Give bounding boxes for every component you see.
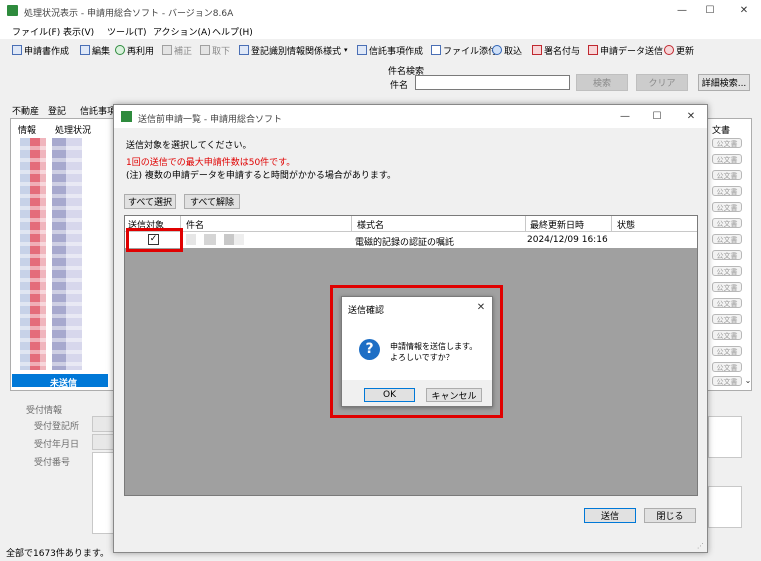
deselect-all-button[interactable]: すべて解除 bbox=[184, 194, 240, 209]
document-new-icon bbox=[12, 45, 22, 55]
receipt-section-label: 受付情報 bbox=[26, 406, 63, 416]
row-subject-blurred bbox=[186, 234, 244, 245]
col-header-subject[interactable]: 件名 bbox=[186, 218, 204, 231]
search-input[interactable] bbox=[415, 75, 570, 90]
minimize-icon[interactable]: — bbox=[676, 5, 688, 17]
menu-tools[interactable]: ツール(T) bbox=[107, 25, 147, 38]
send-window-close-icon[interactable]: ✕ bbox=[685, 111, 697, 123]
right-scroll-panel bbox=[708, 486, 742, 528]
clear-button[interactable]: クリア bbox=[636, 74, 688, 91]
toolbar-registry-forms-button[interactable]: 登記識別情報関係様式 ▾ bbox=[239, 43, 348, 57]
row-document-button[interactable]: 公文書 bbox=[712, 314, 742, 324]
sign-icon bbox=[532, 45, 542, 55]
toolbar-withdraw-button[interactable]: 取下 bbox=[200, 43, 230, 57]
row-document-button[interactable]: 公文書 bbox=[712, 218, 742, 228]
import-icon bbox=[492, 45, 502, 55]
send-window-title: 送信前申請一覧 - 申請用総合ソフト bbox=[138, 115, 282, 125]
reuse-icon bbox=[115, 45, 125, 55]
send-button[interactable]: 送信 bbox=[584, 508, 636, 523]
toolbar-attach-button[interactable]: ファイル添付 bbox=[431, 43, 497, 57]
toolbar-sign-button[interactable]: 署名付与 bbox=[532, 43, 580, 57]
receipt-office-label: 受付登記所 bbox=[34, 422, 80, 432]
send-window-title-bar: 送信前申請一覧 - 申請用総合ソフト — ☐ ✕ bbox=[114, 105, 707, 128]
menu-bar: ファイル(F) 表示(V) ツール(T) アクション(A) ヘルプ(H) bbox=[0, 22, 761, 39]
close-button[interactable]: 閉じる bbox=[644, 508, 696, 523]
edit-icon bbox=[80, 45, 90, 55]
refresh-icon bbox=[664, 45, 674, 55]
row-document-button[interactable]: 公文書 bbox=[712, 154, 742, 164]
blurred-list-rows-overlay bbox=[20, 138, 102, 370]
row-document-button[interactable]: 公文書 bbox=[712, 282, 742, 292]
search-field-label: 件名 bbox=[390, 81, 409, 91]
menu-file[interactable]: ファイル(F) bbox=[12, 25, 60, 38]
main-title-bar: 処理状況表示 - 申請用総合ソフト - バージョン8.6A — ☐ ✕ bbox=[0, 0, 761, 22]
detail-search-button[interactable]: 詳細検索... bbox=[698, 74, 750, 91]
toolbar-import-button[interactable]: 取込 bbox=[492, 43, 522, 57]
row-document-button[interactable]: 公文書 bbox=[712, 362, 742, 372]
row-document-button[interactable]: 公文書 bbox=[712, 298, 742, 308]
row-document-button[interactable]: 公文書 bbox=[712, 202, 742, 212]
row-updated: 2024/12/09 16:16 bbox=[527, 235, 608, 245]
send-window-minimize-icon[interactable]: — bbox=[619, 111, 631, 123]
row-document-button[interactable]: 公文書 bbox=[712, 186, 742, 196]
row-document-button[interactable]: 公文書 bbox=[712, 376, 742, 386]
trust-icon bbox=[357, 45, 367, 55]
scroll-down-chevron-icon[interactable]: ⌄ bbox=[743, 376, 753, 388]
send-window-logo-icon bbox=[121, 111, 132, 122]
row-document-button[interactable]: 公文書 bbox=[712, 250, 742, 260]
app-logo-icon bbox=[7, 5, 18, 16]
send-window-maximize-icon[interactable]: ☐ bbox=[651, 111, 663, 123]
receipt-date-label: 受付年月日 bbox=[34, 440, 80, 450]
toolbar-reuse-button[interactable]: 再利用 bbox=[115, 43, 154, 57]
row-document-button[interactable]: 公文書 bbox=[712, 170, 742, 180]
toolbar-amend-button[interactable]: 補正 bbox=[162, 43, 192, 57]
toolbar-send-button[interactable]: 申請データ送信 bbox=[588, 43, 663, 57]
main-window-title: 処理状況表示 - 申請用総合ソフト - バージョン8.6A bbox=[24, 9, 234, 19]
menu-action[interactable]: アクション(A) bbox=[153, 25, 211, 38]
tab-registry[interactable]: 登記 bbox=[48, 104, 66, 117]
receipt-number-label: 受付番号 bbox=[34, 458, 71, 468]
send-data-icon bbox=[588, 45, 598, 55]
select-all-button[interactable]: すべて選択 bbox=[124, 194, 176, 209]
dialog-highlight-box bbox=[330, 285, 503, 418]
row-form-name: 電磁的記録の認証の嘱託 bbox=[355, 238, 455, 248]
selected-row-status: 未送信 bbox=[50, 379, 78, 389]
dropdown-arrow-icon: ▾ bbox=[344, 46, 348, 54]
col-header-updated[interactable]: 最終更新日時 bbox=[530, 218, 584, 231]
col-header-status[interactable]: 状態 bbox=[617, 218, 635, 231]
col-header-form-name[interactable]: 様式名 bbox=[357, 218, 384, 231]
right-detail-panel bbox=[708, 416, 742, 458]
list-header-document: 文書 bbox=[712, 126, 731, 136]
list-header-status: 処理状況 bbox=[55, 126, 92, 136]
tab-trust[interactable]: 信託事項 bbox=[80, 104, 116, 117]
row-document-button[interactable]: 公文書 bbox=[712, 346, 742, 356]
maximize-icon[interactable]: ☐ bbox=[704, 5, 716, 17]
amend-icon bbox=[162, 45, 172, 55]
tab-real-estate[interactable]: 不動産 bbox=[12, 104, 39, 117]
status-bar-text: 全部で1673件あります。 bbox=[6, 549, 110, 559]
attach-file-icon bbox=[431, 45, 441, 55]
send-note: (注) 複数の申請データを申請すると時間がかかる場合があります。 bbox=[126, 171, 396, 181]
row-document-button[interactable]: 公文書 bbox=[712, 138, 742, 148]
send-limit-warning: 1回の送信での最大申請件数は50件です。 bbox=[126, 158, 296, 168]
toolbar-refresh-button[interactable]: 更新 bbox=[664, 43, 694, 57]
send-instruction: 送信対象を選択してください。 bbox=[126, 141, 252, 151]
close-icon[interactable]: ✕ bbox=[738, 5, 750, 17]
row-document-button[interactable]: 公文書 bbox=[712, 234, 742, 244]
toolbar-edit-button[interactable]: 編集 bbox=[80, 43, 110, 57]
registry-forms-icon bbox=[239, 45, 249, 55]
row-document-button[interactable]: 公文書 bbox=[712, 266, 742, 276]
search-button[interactable]: 検索 bbox=[576, 74, 628, 91]
toolbar-create-button[interactable]: 申請書作成 bbox=[12, 43, 69, 57]
menu-view[interactable]: 表示(V) bbox=[63, 25, 94, 38]
menu-help[interactable]: ヘルプ(H) bbox=[212, 25, 253, 38]
list-header-info: 情報 bbox=[18, 126, 37, 136]
checkbox-highlight-box bbox=[126, 228, 183, 252]
resize-grip-icon[interactable]: ⋰ bbox=[697, 542, 704, 550]
toolbar-trust-button[interactable]: 信託事項作成 bbox=[357, 43, 423, 57]
row-document-button[interactable]: 公文書 bbox=[712, 330, 742, 340]
withdraw-icon bbox=[200, 45, 210, 55]
